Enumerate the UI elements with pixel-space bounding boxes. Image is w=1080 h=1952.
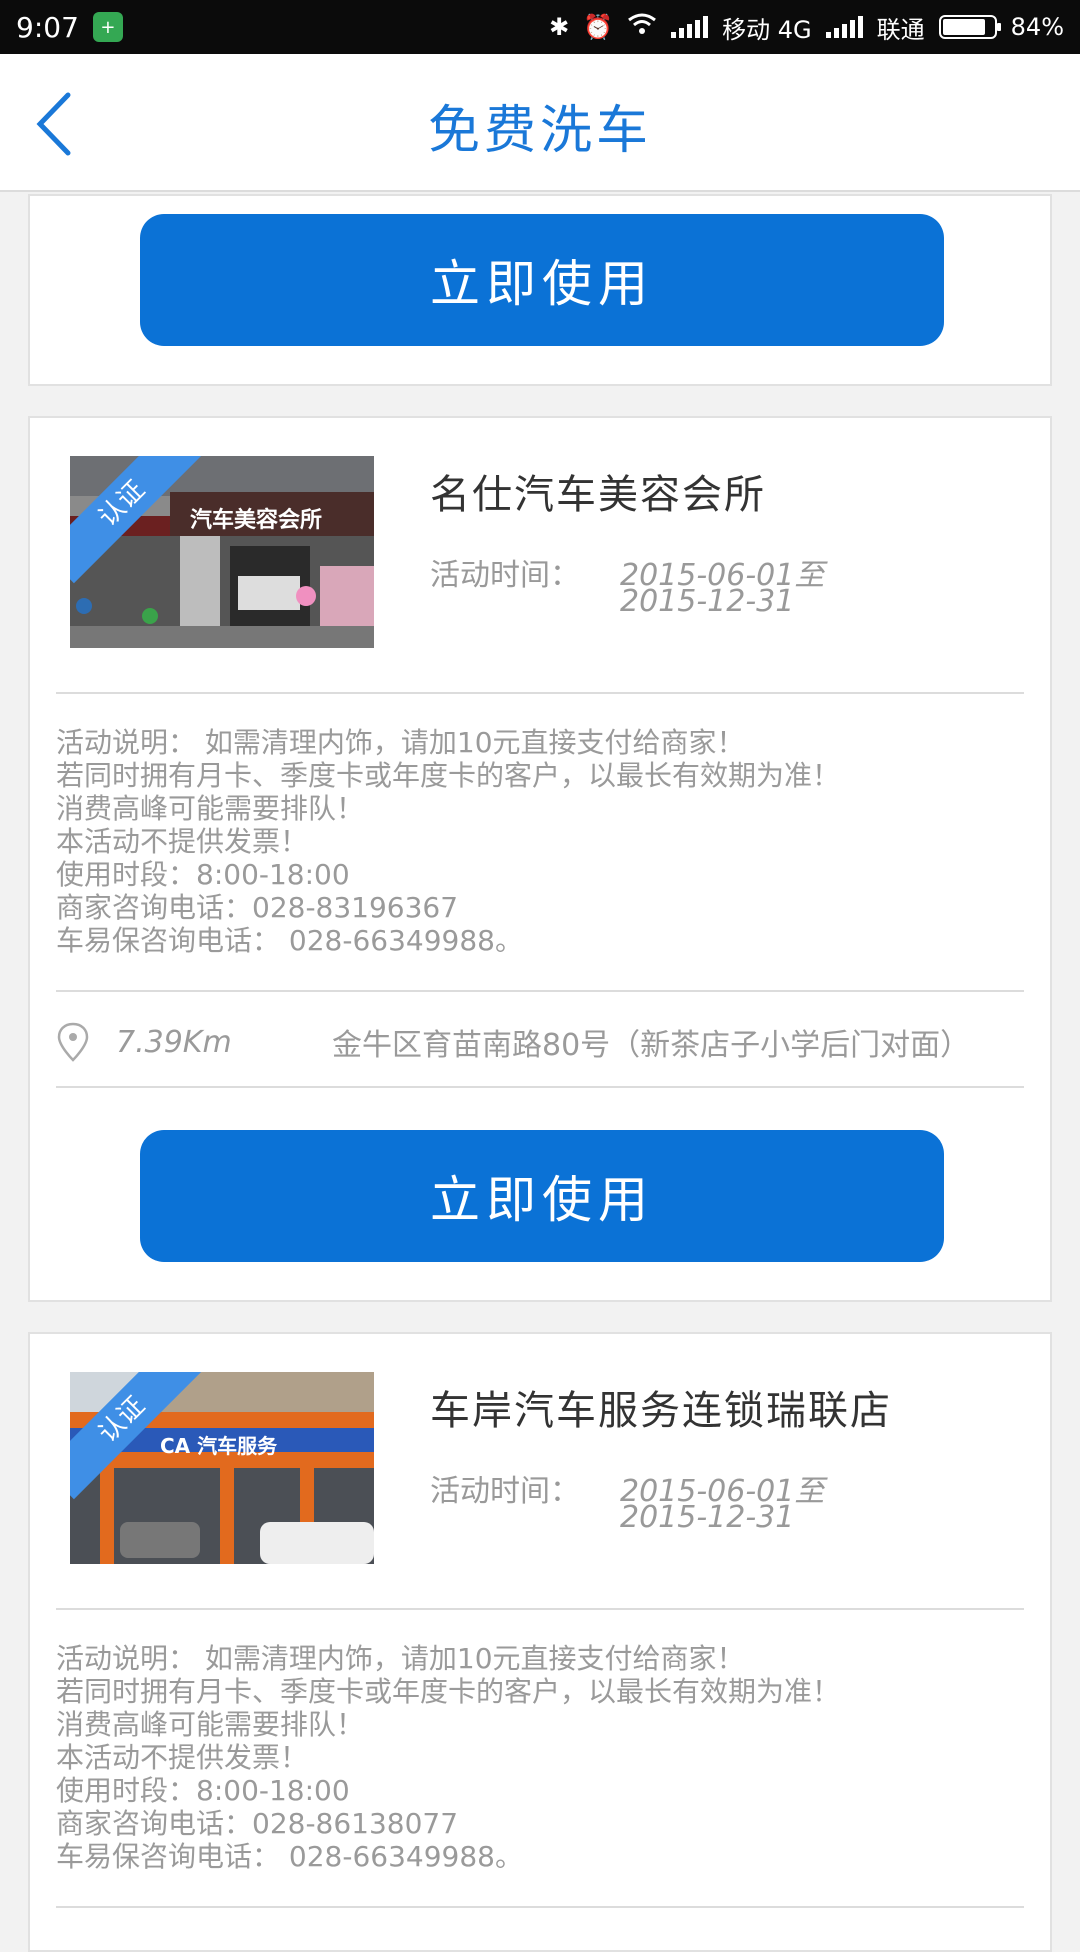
activity-description: 活动说明： 如需清理内饰，请加10元直接支付给商家！ 若同时拥有月卡、季度卡或年… <box>56 726 1024 957</box>
shop-photo[interactable]: CA 汽车服务 认证 <box>70 1372 374 1564</box>
activity-description: 活动说明： 如需清理内饰，请加10元直接支付给商家！ 若同时拥有月卡、季度卡或年… <box>56 1642 1024 1873</box>
signal-icon-2 <box>825 16 863 38</box>
shop-name[interactable]: 车岸汽车服务连锁瑞联店 <box>430 1378 892 1436</box>
activity-time-label: 活动时间： <box>430 558 580 593</box>
carrier-1: 移动 4G <box>722 15 812 44</box>
desc-line: 使用时段：8:00-18:00 <box>56 858 350 891</box>
divider <box>56 990 1024 992</box>
shop-card: CA 汽车服务 认证 车岸汽车服务连锁瑞联店 活动时间： 2015-06-01至… <box>28 1332 1052 1952</box>
use-now-button[interactable]: 立即使用 <box>140 1130 944 1262</box>
desc-line: 本活动不提供发票！ <box>56 825 309 858</box>
address-text: 金牛区育苗南路80号（新茶店子小学后门对面） <box>332 1028 971 1063</box>
divider <box>56 692 1024 694</box>
desc-line: 消费高峰可能需要排队！ <box>56 792 365 825</box>
status-time: 9:07 <box>16 10 79 44</box>
divider <box>56 1086 1024 1088</box>
photo-sign-text: CA 汽车服务 <box>160 1434 278 1458</box>
use-now-button[interactable]: 立即使用 <box>140 214 944 346</box>
carrier-2: 联通 <box>876 15 925 44</box>
app-bar: 免费洗车 <box>0 54 1080 192</box>
shop-card-partial: 立即使用 <box>28 194 1052 386</box>
desc-line: 本活动不提供发票！ <box>56 1741 309 1774</box>
desc-line: 车易保咨询电话： 028-66349988。 <box>56 1840 523 1873</box>
activity-time-end: 2015-12-31 <box>620 584 795 619</box>
desc-line: 商家咨询电话：028-86138077 <box>56 1807 459 1840</box>
desc-line: 若同时拥有月卡、季度卡或年度卡的客户，以最长有效期为准！ <box>56 759 841 792</box>
shop-card: 汽车美容会所 认证 名仕汽车美容会所 活动时间： 2015-06-01至 201… <box>28 416 1052 1302</box>
location-row[interactable]: 7.39Km 金牛区育苗南路80号（新茶店子小学后门对面） <box>56 1012 1024 1072</box>
distance-text: 7.39Km <box>116 1024 232 1060</box>
photo-sign-text: 汽车美容会所 <box>190 508 323 533</box>
map-pin-icon <box>57 1022 89 1062</box>
desc-line: 若同时拥有月卡、季度卡或年度卡的客户，以最长有效期为准！ <box>56 1675 841 1708</box>
desc-line: 活动说明： 如需清理内饰，请加10元直接支付给商家！ <box>56 726 745 759</box>
wifi-icon <box>627 13 657 41</box>
activity-time-end: 2015-12-31 <box>620 1500 795 1535</box>
alarm-icon: ⏰ <box>583 13 614 41</box>
desc-line: 使用时段：8:00-18:00 <box>56 1774 350 1807</box>
security-shield-icon: + <box>92 12 123 42</box>
desc-line: 商家咨询电话：028-83196367 <box>56 891 459 924</box>
status-bar: 9:07 + ✱ ⏰ 移动 4G 联通 84% <box>0 0 1080 54</box>
divider <box>56 1608 1024 1610</box>
desc-line: 消费高峰可能需要排队！ <box>56 1708 365 1741</box>
desc-line: 活动说明： 如需清理内饰，请加10元直接支付给商家！ <box>56 1642 745 1675</box>
bluetooth-icon: ✱ <box>549 13 570 41</box>
activity-time-label: 活动时间： <box>430 1474 580 1509</box>
signal-icon-1 <box>671 16 709 38</box>
battery-percent: 84% <box>1010 13 1064 41</box>
divider <box>56 1906 1024 1908</box>
shop-name[interactable]: 名仕汽车美容会所 <box>430 462 766 520</box>
shop-photo[interactable]: 汽车美容会所 认证 <box>70 456 374 648</box>
battery-icon <box>938 15 1001 39</box>
desc-line: 车易保咨询电话： 028-66349988。 <box>56 924 523 957</box>
page-title: 免费洗车 <box>427 101 652 161</box>
